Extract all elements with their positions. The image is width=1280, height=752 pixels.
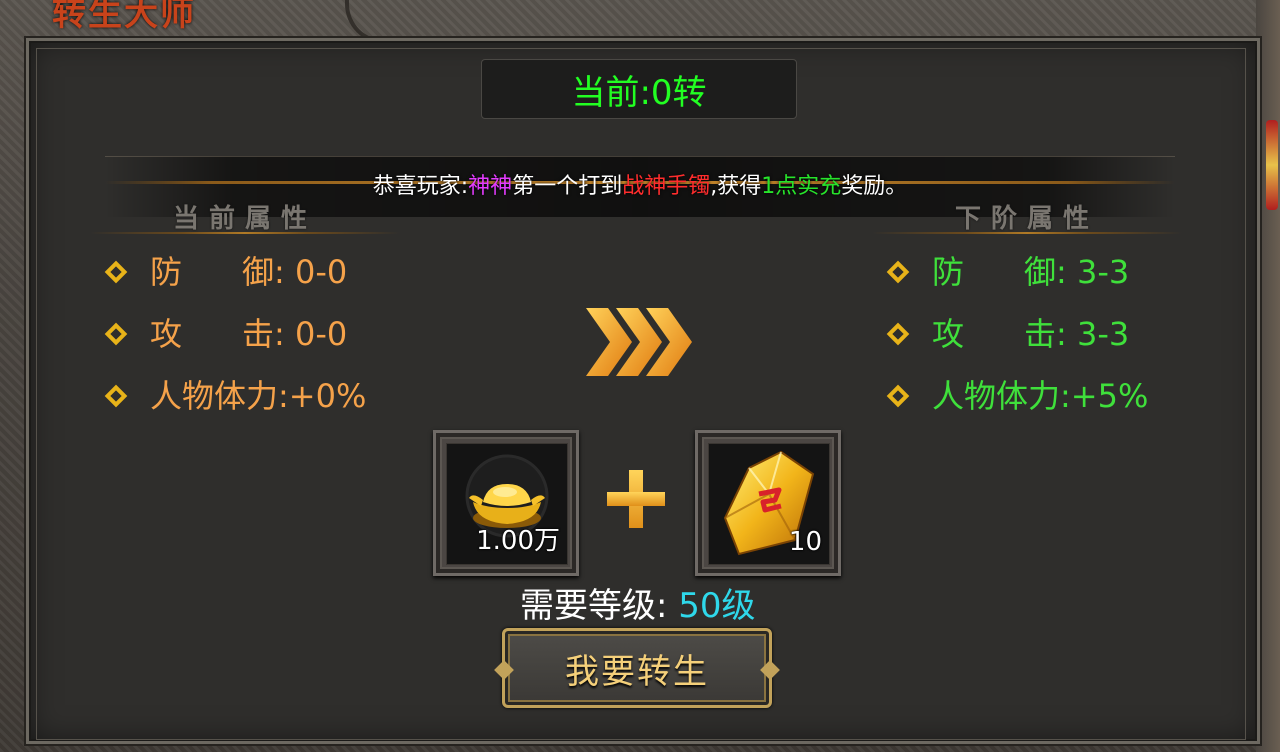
current-rebirth-box: 当前:0转 — [481, 59, 797, 119]
attr-value: :+5% — [1060, 377, 1149, 415]
notice-reward: 1点实充 — [761, 174, 842, 199]
rebirth-button-label: 我要转生 — [565, 651, 709, 692]
requirement-label: 需要等级: — [520, 586, 668, 626]
attr-value: :+0% — [278, 377, 367, 415]
attr-label: 攻 — [932, 315, 965, 353]
notice-player: 神神 — [468, 174, 513, 199]
gold-cost-slot[interactable]: 1.00万 — [433, 430, 579, 576]
notice-mid2: ,获得 — [710, 174, 762, 199]
next-attrs-header: 下阶属性 — [872, 198, 1182, 234]
level-requirement: 需要等级: 50级 — [520, 578, 756, 627]
notice-prefix: 恭喜玩家: — [372, 174, 469, 199]
current-defense-row: 防 御: 0-0 — [104, 252, 348, 292]
attr-value: : 3-3 — [1056, 315, 1130, 353]
requirement-value: 50级 — [678, 586, 756, 626]
attr-value: : 0-0 — [274, 253, 348, 291]
notice-mid: 第一个打到 — [512, 174, 623, 199]
current-attrs-header: 当前属性 — [90, 198, 400, 234]
diamond-bullet-icon — [886, 322, 910, 346]
next-defense-row: 防 御: 3-3 — [886, 252, 1130, 292]
attr-label: 人物体力 — [150, 377, 279, 415]
current-rebirth-text: 当前:0转 — [571, 72, 707, 113]
notice-suffix: 奖励。 — [841, 174, 908, 199]
rebirth-button[interactable]: 我要转生 — [494, 628, 780, 708]
attr-label: 人物体力 — [932, 377, 1061, 415]
attr-label: 御 — [242, 253, 275, 291]
attr-label: 击 — [1024, 315, 1057, 353]
broadcast-notice: 恭喜玩家:神神第一个打到战神手镯,获得1点实充奖励。 — [0, 168, 1280, 200]
current-attack-row: 攻 击: 0-0 — [104, 314, 348, 354]
attr-value: : 0-0 — [274, 315, 348, 353]
diamond-bullet-icon — [104, 384, 128, 408]
notice-item: 战神手镯 — [622, 174, 711, 199]
progress-arrows-icon — [586, 308, 692, 376]
diamond-bullet-icon — [886, 260, 910, 284]
attr-value: : 3-3 — [1056, 253, 1130, 291]
attr-label: 防 — [932, 253, 965, 291]
gem-cost-count: 10 — [788, 527, 822, 557]
gem-cost-slot[interactable]: 10 — [695, 430, 841, 576]
attr-label: 击 — [242, 315, 275, 353]
diamond-bullet-icon — [104, 322, 128, 346]
diamond-bullet-icon — [104, 260, 128, 284]
attr-label: 攻 — [150, 315, 183, 353]
window-title: 转生大师 — [52, 0, 196, 34]
attr-label: 防 — [150, 253, 183, 291]
gold-cost-count: 1.00万 — [476, 526, 560, 556]
plus-icon — [607, 470, 665, 528]
diamond-bullet-icon — [886, 384, 910, 408]
current-stamina-row: 人物体力:+0% — [104, 376, 367, 416]
next-attack-row: 攻 击: 3-3 — [886, 314, 1130, 354]
attr-label: 御 — [1024, 253, 1057, 291]
next-stamina-row: 人物体力:+5% — [886, 376, 1149, 416]
